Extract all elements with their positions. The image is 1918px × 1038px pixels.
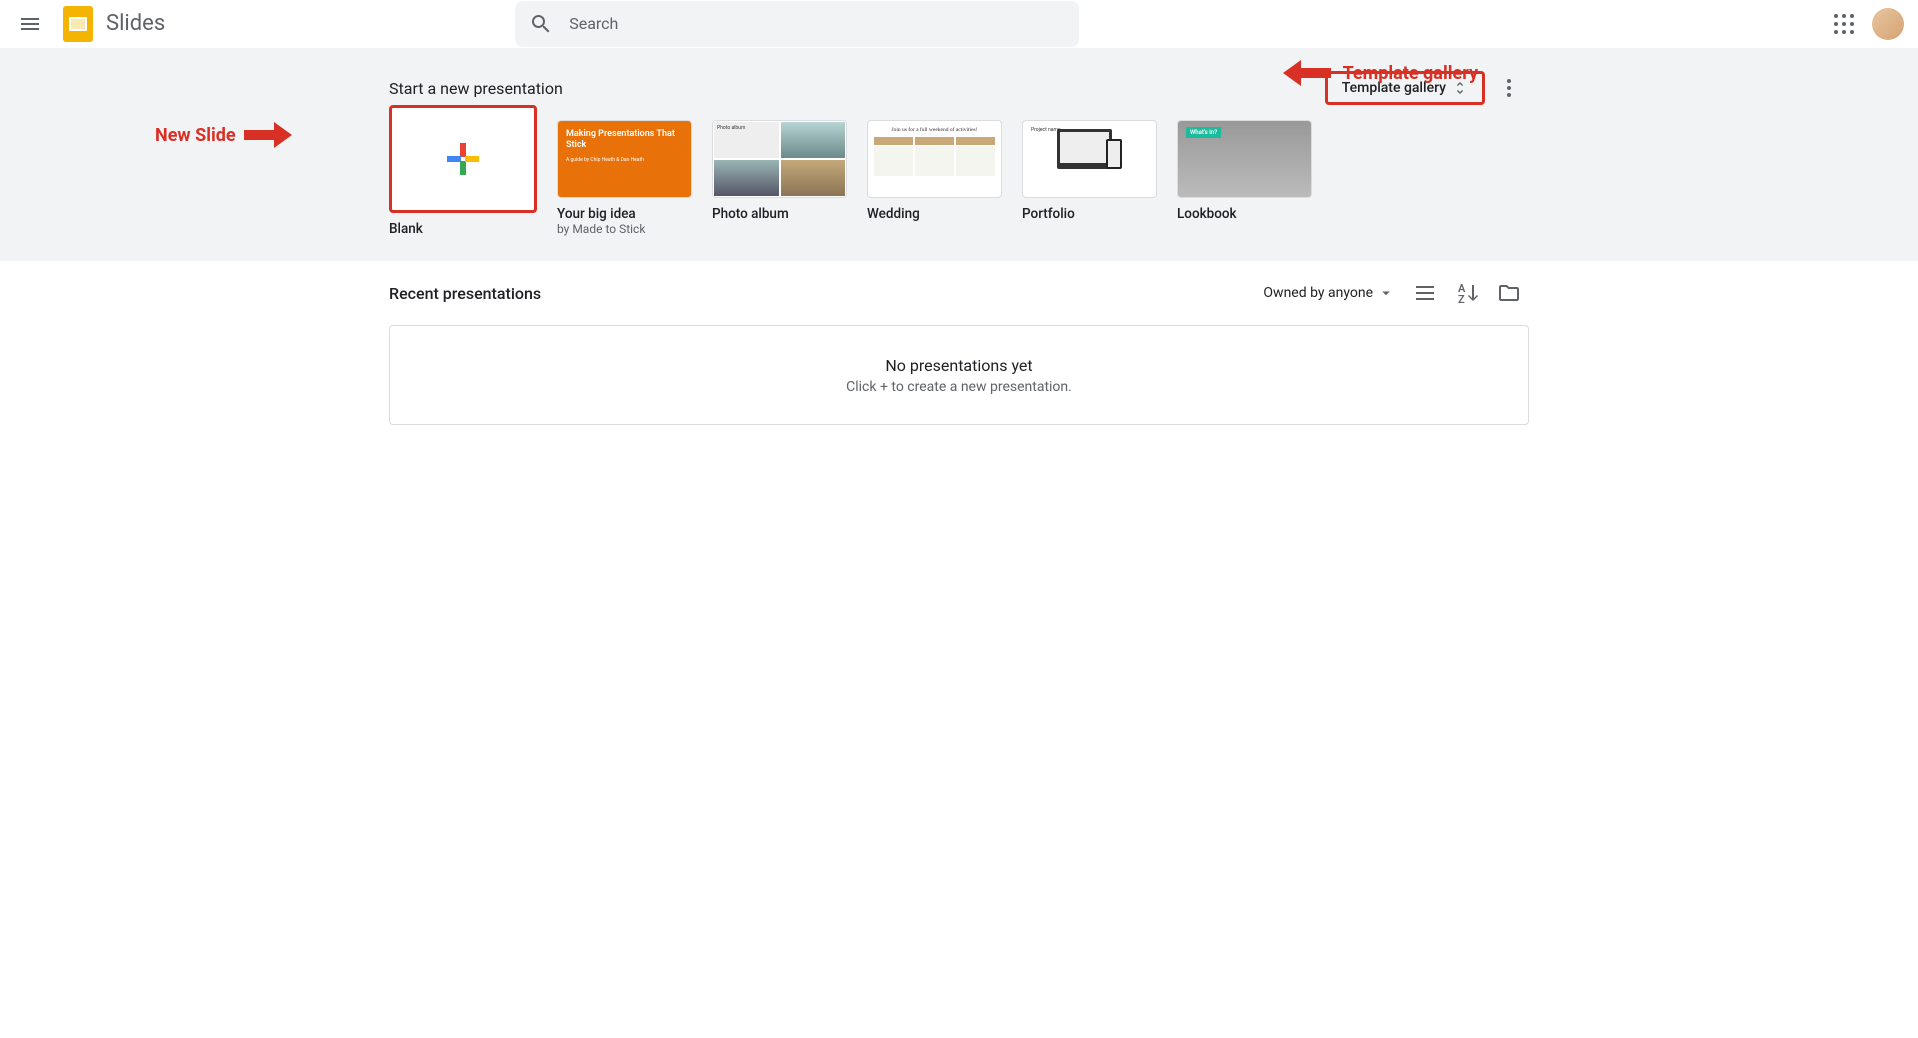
file-picker-button[interactable] bbox=[1489, 273, 1529, 313]
dropdown-icon bbox=[1377, 284, 1395, 302]
user-avatar[interactable] bbox=[1872, 8, 1904, 40]
template-blank-thumb bbox=[389, 105, 537, 213]
recent-title: Recent presentations bbox=[389, 284, 541, 303]
annotation-gallery-label: Template gallery bbox=[1343, 63, 1478, 84]
template-big-idea-thumb: Making Presentations That Stick A guide … bbox=[557, 120, 692, 198]
template-wedding-thumb: Join us for a full weekend of activities… bbox=[867, 120, 1002, 198]
template-lookbook-thumb: What's In? bbox=[1177, 120, 1312, 198]
search-icon bbox=[529, 12, 553, 36]
template-name: Lookbook bbox=[1177, 206, 1312, 222]
arrow-left-icon bbox=[1283, 60, 1331, 86]
template-portfolio[interactable]: Project name Portfolio bbox=[1022, 120, 1157, 237]
template-subtitle: by Made to Stick bbox=[557, 222, 692, 236]
template-name: Wedding bbox=[867, 206, 1002, 222]
annotation-new-slide: New Slide bbox=[155, 122, 292, 148]
search-bar[interactable] bbox=[515, 1, 1079, 47]
template-grid: Blank Making Presentations That Stick A … bbox=[389, 120, 1529, 237]
apps-icon bbox=[1832, 12, 1856, 36]
template-more-button[interactable] bbox=[1489, 68, 1529, 108]
app-title: Slides bbox=[106, 11, 165, 36]
template-name: Your big idea bbox=[557, 206, 692, 222]
template-blank[interactable]: Blank bbox=[389, 120, 537, 237]
empty-subtitle: Click + to create a new presentation. bbox=[846, 379, 1072, 395]
template-name: Photo album bbox=[712, 206, 847, 222]
template-portfolio-thumb: Project name bbox=[1022, 120, 1157, 198]
sort-button[interactable]: A Z bbox=[1447, 273, 1487, 313]
main-menu-button[interactable] bbox=[6, 0, 54, 48]
app-header: Slides bbox=[0, 0, 1918, 48]
template-section: Start a new presentation Template galler… bbox=[0, 48, 1918, 261]
svg-text:Z: Z bbox=[1458, 293, 1465, 305]
search-button[interactable] bbox=[521, 4, 561, 44]
list-icon bbox=[1413, 281, 1437, 305]
empty-state: No presentations yet Click + to create a… bbox=[389, 325, 1529, 425]
sort-az-icon: A Z bbox=[1455, 281, 1479, 305]
hamburger-icon bbox=[18, 12, 42, 36]
search-input[interactable] bbox=[561, 14, 1073, 33]
template-photo-album[interactable]: Photo album Photo album bbox=[712, 120, 847, 237]
arrow-right-icon bbox=[244, 122, 292, 148]
slides-logo-icon bbox=[58, 4, 98, 44]
template-photo-thumb: Photo album bbox=[712, 120, 847, 198]
recent-header: Recent presentations Owned by anyone A Z bbox=[389, 261, 1529, 325]
folder-icon bbox=[1497, 281, 1521, 305]
plus-icon bbox=[392, 108, 534, 210]
more-vert-icon bbox=[1497, 76, 1521, 100]
header-right bbox=[1824, 4, 1912, 44]
annotation-template-gallery: Template gallery bbox=[1283, 60, 1478, 86]
template-lookbook[interactable]: What's In? Lookbook bbox=[1177, 120, 1312, 237]
annotation-new-slide-label: New Slide bbox=[155, 125, 236, 146]
logo-container[interactable]: Slides bbox=[54, 4, 165, 44]
template-wedding[interactable]: Join us for a full weekend of activities… bbox=[867, 120, 1002, 237]
recent-section: Recent presentations Owned by anyone A Z bbox=[369, 261, 1549, 425]
owned-by-dropdown[interactable]: Owned by anyone bbox=[1255, 278, 1403, 308]
google-apps-button[interactable] bbox=[1824, 4, 1864, 44]
owned-by-label: Owned by anyone bbox=[1263, 285, 1373, 301]
list-view-button[interactable] bbox=[1405, 273, 1445, 313]
template-big-idea[interactable]: Making Presentations That Stick A guide … bbox=[557, 120, 692, 237]
template-name: Blank bbox=[389, 221, 537, 237]
template-section-title: Start a new presentation bbox=[389, 79, 563, 98]
empty-title: No presentations yet bbox=[885, 356, 1032, 375]
template-name: Portfolio bbox=[1022, 206, 1157, 222]
